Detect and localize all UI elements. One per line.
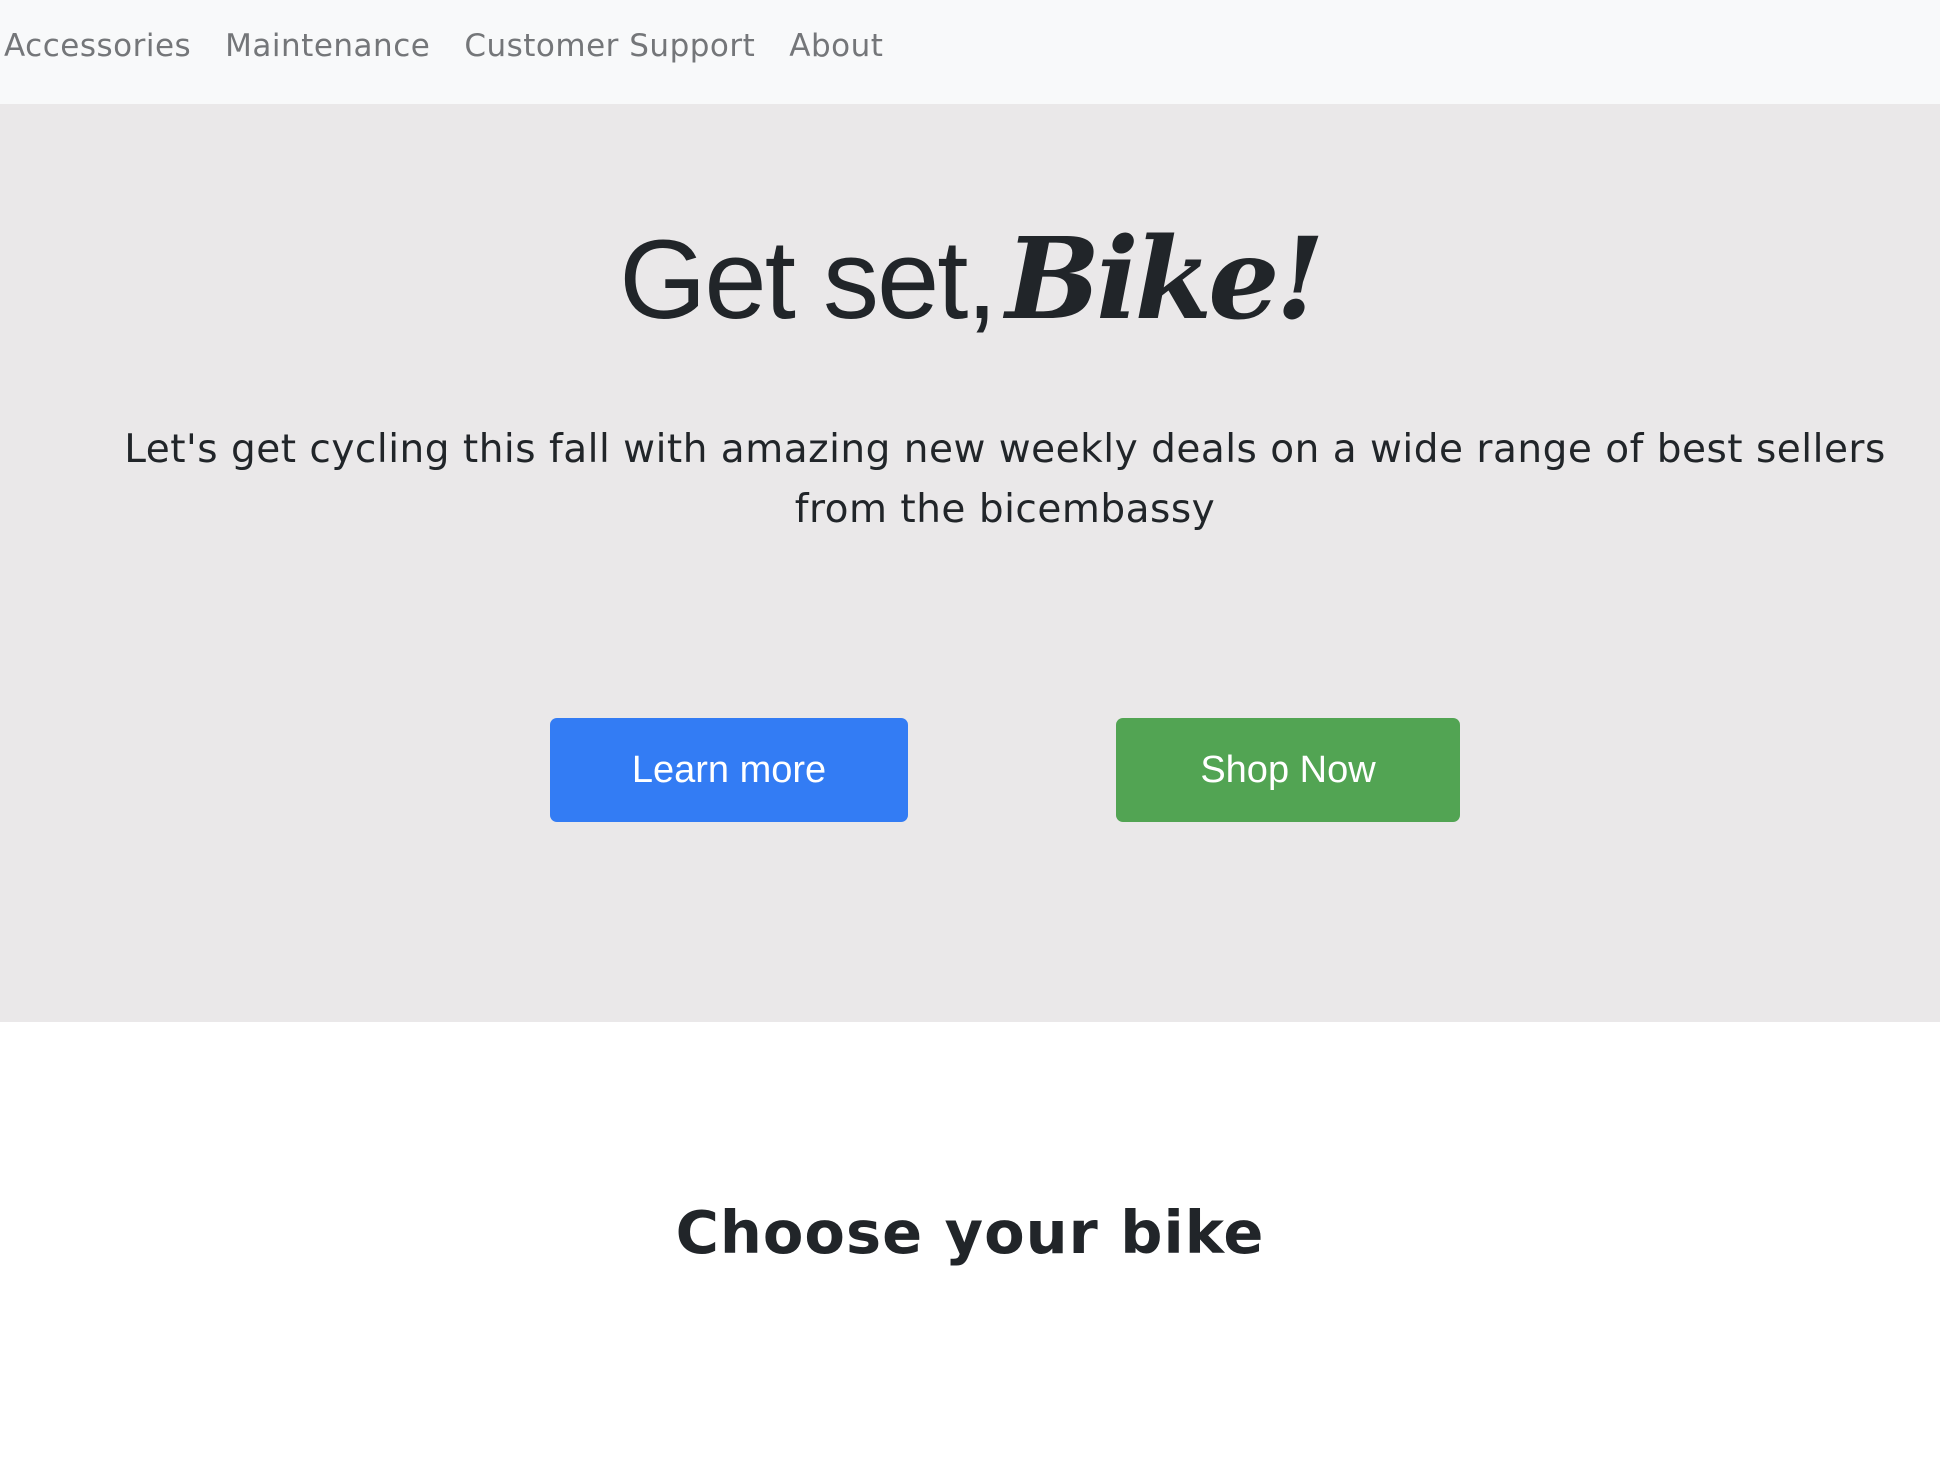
navbar: Accessories Maintenance Customer Support… xyxy=(0,0,1940,104)
learn-more-button[interactable]: Learn more xyxy=(550,718,908,822)
nav-link-about[interactable]: About xyxy=(789,28,883,64)
hero-section: Get set,Bike! Let's get cycling this fal… xyxy=(0,104,1940,1022)
hero-title-plain: Get set, xyxy=(619,217,997,342)
hero-title: Get set,Bike! xyxy=(0,214,1940,345)
nav-link-maintenance[interactable]: Maintenance xyxy=(225,28,430,64)
shop-now-button[interactable]: Shop Now xyxy=(1116,718,1460,822)
nav-list: Accessories Maintenance Customer Support… xyxy=(0,0,917,98)
nav-link-accessories[interactable]: Accessories xyxy=(4,28,191,64)
choose-bike-heading: Choose your bike xyxy=(675,1198,1265,1267)
hero-lead-text: Let's get cycling this fall with amazing… xyxy=(124,427,1886,532)
nav-link-customer-support[interactable]: Customer Support xyxy=(464,28,755,64)
hero-title-fancy: Bike! xyxy=(1005,214,1324,345)
